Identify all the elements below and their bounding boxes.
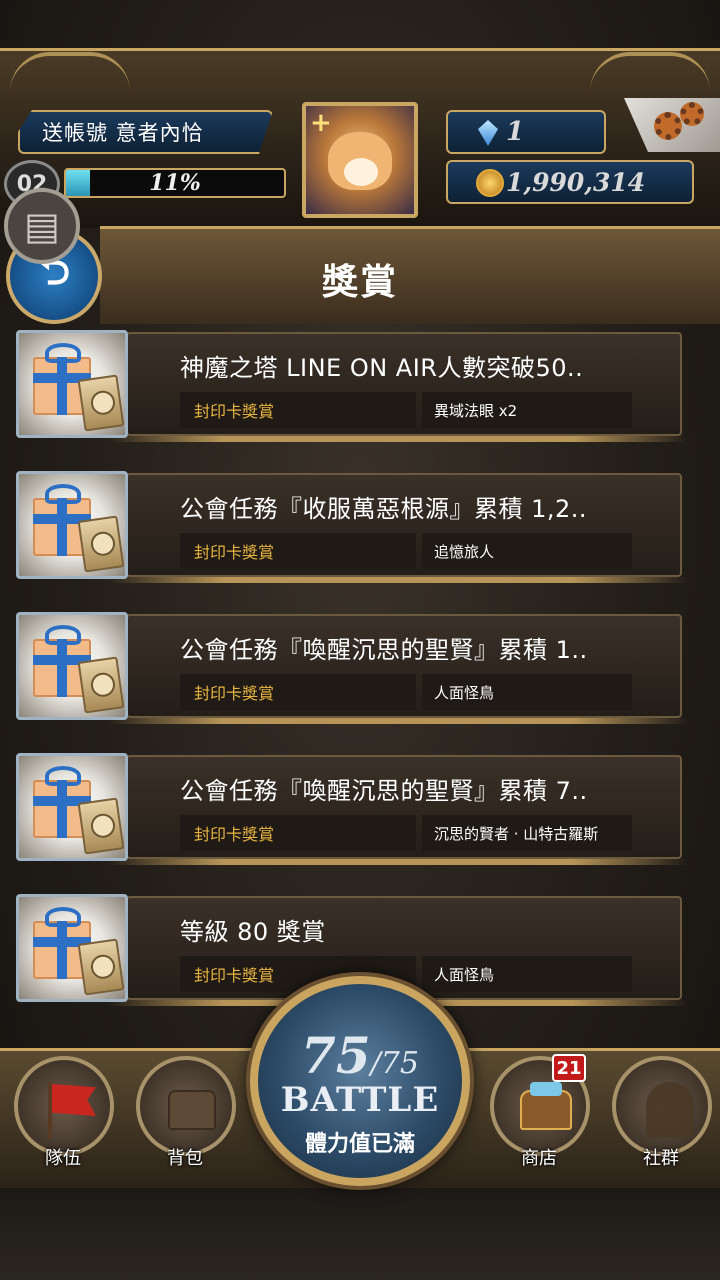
seal-card-icon [77,374,125,432]
gem-counter[interactable]: 1 [446,110,606,154]
gear-small-icon [680,102,704,126]
player-name: 送帳號 意者內恰 [42,121,204,145]
gift-bow-icon [45,625,81,645]
seal-card-icon [77,656,125,714]
gift-bow-icon [45,343,81,363]
reward-title: 等級 80 獎賞 [180,918,326,946]
stamina-readout: 75/75 [258,1026,462,1085]
stamina-separator: / [370,1046,381,1081]
hud-ornament-left [10,52,130,92]
reward-thumbnail [16,894,128,1002]
nav-social-label: 社群 [643,1148,679,1169]
reward-item[interactable]: 公會任務『喚醒沉思的聖賢』累積 1.. 封印卡獎賞 人面怪鳥 [14,608,688,724]
reward-item[interactable]: 公會任務『喚醒沉思的聖賢』累積 7.. 封印卡獎賞 沉思的賢者 · 山特古羅斯 [14,749,688,865]
shop-notification-badge: 21 [552,1054,586,1082]
nav-bag-circle [136,1056,236,1156]
seal-card-icon [77,515,125,573]
hud-ornament-right [590,52,710,92]
reward-thumbnail [16,330,128,438]
diamond-icon [478,120,498,146]
stamina-current: 75 [301,1026,371,1085]
battle-label: BATTLE [280,1080,440,1120]
exp-percent: 11% [149,170,201,196]
nav-team-button[interactable]: 隊伍 [8,1056,118,1172]
reward-item[interactable]: 公會任務『收服萬惡根源』累積 1,2.. 封印卡獎賞 追憶旅人 [14,467,688,583]
gift-bow-icon [45,907,81,927]
backpack-icon [168,1090,216,1130]
reward-type: 封印卡獎賞 [180,533,416,569]
nav-team-label: 隊伍 [45,1148,81,1169]
stamina-status: 體力值已滿 [304,1132,415,1157]
treasure-chest-icon [520,1082,572,1130]
seal-card-icon [77,797,125,855]
reward-type: 封印卡獎賞 [180,674,416,710]
reward-description: 沉思的賢者 · 山特古羅斯 [422,815,632,851]
reward-description: 追憶旅人 [422,533,632,569]
reward-thumbnail [16,753,128,861]
reward-title: 神魔之塔 LINE ON AIR人數突破50.. [180,354,584,382]
reward-description: 異域法眼 x2 [422,392,632,428]
avatar-dog-muzzle [344,158,378,186]
stamina-max: 75 [380,1046,419,1081]
flag-icon [48,1082,96,1138]
nav-bag-button[interactable]: 背包 [130,1056,240,1172]
reward-thumbnail [16,612,128,720]
exp-bar: 11% [64,168,286,198]
menu-button[interactable]: ▤ [4,188,80,264]
nav-social-button[interactable]: 社群 [606,1056,716,1172]
gift-bow-icon [45,766,81,786]
player-avatar[interactable]: + [302,102,418,218]
nav-social-circle [612,1056,712,1156]
gift-bow-icon [45,484,81,504]
reward-description: 人面怪鳥 [422,956,632,992]
coin-count: 1,990,314 [506,167,646,197]
gear-icon [654,112,682,140]
coin-counter: 1,990,314 [446,160,694,204]
people-silhouette-icon [646,1082,694,1138]
reward-title: 公會任務『收服萬惡根源』累積 1,2.. [180,495,588,523]
page-title: 獎賞 [321,262,398,303]
coin-icon [476,169,504,197]
battle-button[interactable]: 75/75 BATTLE 體力值已滿 [250,976,470,1186]
reward-type: 封印卡獎賞 [180,392,416,428]
player-name-plate[interactable]: 送帳號 意者內恰 [18,110,273,154]
reward-title: 公會任務『喚醒沉思的聖賢』累積 1.. [180,636,588,664]
nav-team-circle [14,1056,114,1156]
seal-card-icon [77,938,125,996]
document-list-icon: ▤ [24,204,60,248]
reward-type: 封印卡獎賞 [180,815,416,851]
plus-icon: + [310,108,332,138]
nav-bag-label: 背包 [167,1148,203,1169]
reward-title: 公會任務『喚醒沉思的聖賢』累積 7.. [180,777,588,805]
gem-count: 1 [506,117,525,147]
reward-description: 人面怪鳥 [422,674,632,710]
nav-shop-label: 商店 [521,1148,557,1169]
reward-thumbnail [16,471,128,579]
reward-item[interactable]: 神魔之塔 LINE ON AIR人數突破50.. 封印卡獎賞 異域法眼 x2 [14,326,688,442]
title-banner: 獎賞 [100,226,720,324]
